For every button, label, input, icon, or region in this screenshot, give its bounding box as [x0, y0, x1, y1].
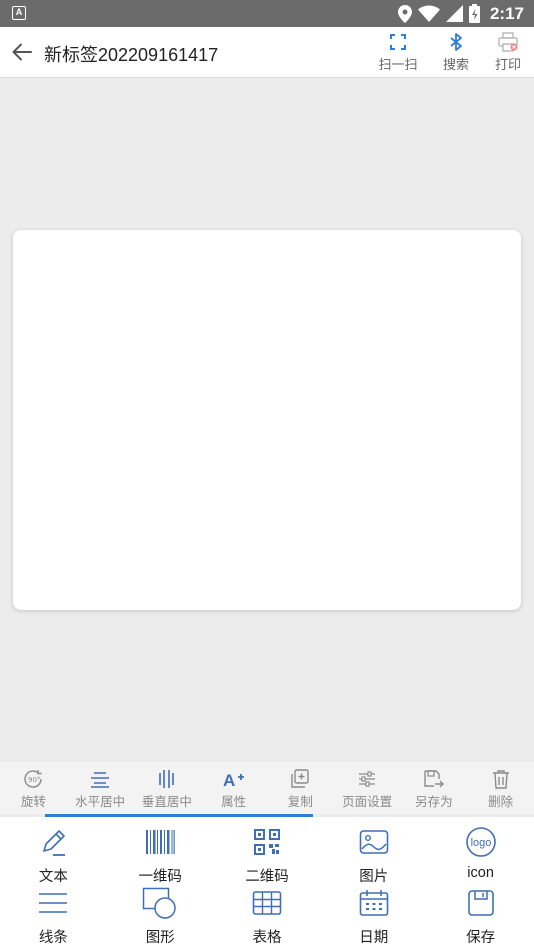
print-label: 打印: [494, 58, 521, 73]
title-bar: 新标签202209161417 扫一扫 搜索 打印: [0, 27, 534, 78]
rotate-button[interactable]: 90° 旋转: [0, 762, 67, 814]
text-label: 文本: [38, 869, 68, 885]
shape-label: 图形: [145, 930, 175, 946]
shapes-icon: [142, 887, 176, 919]
save-label: 保存: [466, 930, 496, 946]
qrcode-icon: [253, 829, 280, 855]
back-arrow-icon[interactable]: [10, 40, 34, 64]
add-table-button[interactable]: 表格: [214, 886, 321, 947]
label-canvas[interactable]: [13, 230, 521, 610]
align-vertical-label: 垂直居中: [141, 794, 192, 809]
bluetooth-icon: [450, 33, 462, 51]
copy-button[interactable]: 复制: [267, 762, 334, 814]
scan-icon: [390, 34, 406, 50]
calendar-icon: [359, 890, 389, 916]
copy-label: 复制: [287, 794, 313, 809]
wifi-icon: [417, 5, 440, 22]
save-as-icon: [424, 770, 444, 788]
align-horizontal-label: 水平居中: [75, 794, 126, 809]
page-title: 新标签202209161417: [44, 45, 219, 65]
palette-row-1: 文本 一维码 二维码 图片 logo icon: [0, 825, 534, 886]
table-label: 表格: [252, 930, 282, 946]
add-text-button[interactable]: 文本: [0, 825, 107, 886]
add-shape-button[interactable]: 图形: [107, 886, 214, 947]
location-icon: [397, 4, 412, 23]
rotate-icon: 90°: [24, 770, 43, 788]
delete-button[interactable]: 删除: [467, 762, 534, 814]
save-button[interactable]: 保存: [427, 886, 534, 947]
add-qrcode-button[interactable]: 二维码: [214, 825, 321, 886]
rotate-label: 旋转: [20, 794, 46, 809]
signal-icon: [445, 5, 463, 22]
add-icon-button[interactable]: logo icon: [427, 825, 534, 886]
add-date-button[interactable]: 日期: [320, 886, 427, 947]
print-button[interactable]: 打印: [485, 32, 531, 73]
notification-icon: A: [12, 6, 26, 20]
line-label: 线条: [38, 930, 68, 946]
image-label: 图片: [359, 869, 389, 885]
barcode-icon: [146, 830, 175, 854]
page-settings-button[interactable]: 页面设置: [334, 762, 401, 814]
table-icon: [252, 891, 282, 915]
logo-icon-text: logo: [470, 837, 491, 849]
svg-text:90°: 90°: [28, 776, 40, 784]
attributes-label: 属性: [221, 794, 247, 809]
palette-row-2: 线条 图形 表格 日期 保存: [0, 886, 534, 947]
settings-sliders-icon: [359, 771, 376, 787]
add-image-button[interactable]: 图片: [320, 825, 427, 886]
component-palette: 文本 一维码 二维码 图片 logo icon 线条 图形 表格 日期 保存: [0, 817, 534, 950]
svg-text:A: A: [223, 771, 235, 789]
align-horizontal-button[interactable]: 水平居中: [67, 762, 134, 814]
clock: 2:17: [489, 3, 524, 23]
save-as-button[interactable]: 另存为: [401, 762, 468, 814]
icon-label: icon: [467, 865, 494, 881]
align-vertical-button[interactable]: 垂直居中: [134, 762, 201, 814]
scan-label: 扫一扫: [378, 58, 418, 73]
page-settings-label: 页面设置: [342, 794, 393, 809]
date-label: 日期: [359, 930, 389, 946]
battery-icon: [468, 4, 480, 23]
status-icons: 2:17: [397, 3, 524, 24]
add-barcode-button[interactable]: 一维码: [107, 825, 214, 886]
add-line-button[interactable]: 线条: [0, 886, 107, 947]
edit-toolbar: 90° 旋转 水平居中 垂直居中 A 属性 复制 页面设置 另存为 删除: [0, 762, 534, 814]
trash-icon: [492, 770, 509, 789]
delete-label: 删除: [488, 794, 514, 809]
search-button[interactable]: 搜索: [433, 32, 479, 73]
pencil-icon: [43, 830, 66, 856]
scan-button[interactable]: 扫一扫: [375, 32, 421, 73]
search-label: 搜索: [442, 58, 469, 73]
save-as-label: 另存为: [415, 794, 453, 809]
save-icon: [467, 890, 494, 916]
attributes-button[interactable]: A 属性: [200, 762, 267, 814]
image-icon: [359, 830, 389, 854]
status-bar: A 2:17: [0, 0, 534, 27]
copy-icon: [291, 769, 310, 788]
text-attributes-icon: A: [223, 771, 244, 789]
barcode-label: 一维码: [138, 869, 182, 885]
qrcode-label: 二维码: [245, 869, 289, 885]
lines-icon: [39, 893, 68, 913]
logo-icon: logo: [465, 827, 496, 857]
align-vertical-center-icon: [159, 770, 174, 788]
printer-icon: [498, 32, 518, 52]
align-horizontal-center-icon: [91, 772, 110, 788]
